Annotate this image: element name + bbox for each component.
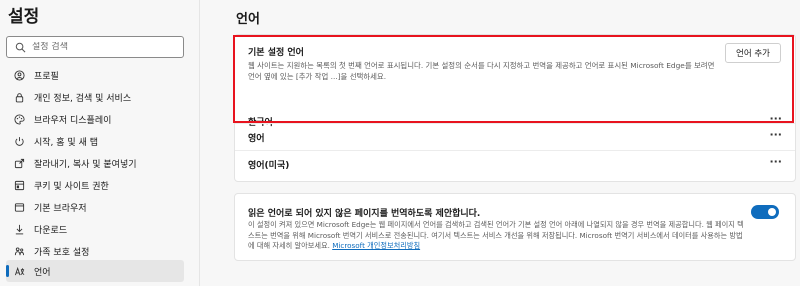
- translate-description: 이 설정이 켜져 있으면 Microsoft Edge는 웹 페이지에서 언어를…: [248, 220, 748, 252]
- download-icon: [12, 222, 26, 236]
- sidebar-item-label: 언어: [34, 267, 51, 278]
- translate-card: 읽은 언어로 되어 있지 않은 페이지를 번역하도록 제안합니다. 이 설정이 …: [234, 193, 796, 261]
- language-row-english: 영어 ···: [235, 124, 795, 150]
- sidebar-item-label: 다운로드: [34, 225, 68, 236]
- sidebar: 설정 프로필 개인 정보, 검색 및 서비스 브라우저 디스플레이 시작, 홈 …: [0, 0, 200, 286]
- power-icon: [12, 134, 26, 148]
- sidebar-item-label: 기본 브라우저: [34, 203, 87, 214]
- sidebar-item-share-copy-paste[interactable]: 잘라내기, 복사 및 붙여넣기: [6, 152, 184, 174]
- sidebar-item-cookies[interactable]: 쿠키 및 사이트 권한: [6, 174, 184, 196]
- sidebar-item-languages[interactable]: 언어: [6, 260, 184, 282]
- palette-icon: [12, 112, 26, 126]
- person-icon: [12, 68, 26, 82]
- sidebar-item-label: 쿠키 및 사이트 권한: [34, 181, 109, 192]
- search-box[interactable]: [6, 36, 184, 58]
- language-label: 영어(미국): [248, 160, 290, 171]
- privacy-link[interactable]: Microsoft 개인정보처리방침: [332, 241, 420, 250]
- sidebar-item-label: 프로필: [34, 71, 59, 82]
- sidebar-item-label: 가족 보호 설정: [34, 247, 90, 258]
- sidebar-item-label: 브라우저 디스플레이: [34, 115, 112, 126]
- toggle-knob: [768, 208, 776, 216]
- sidebar-item-family-safety[interactable]: 가족 보호 설정: [6, 240, 184, 262]
- sidebar-item-profile[interactable]: 프로필: [6, 64, 184, 86]
- cookie-icon: [12, 178, 26, 192]
- language-row-english-us: 영어(미국) ···: [235, 151, 795, 177]
- search-input[interactable]: [32, 42, 182, 52]
- share-icon: [12, 156, 26, 170]
- sidebar-item-label: 잘라내기, 복사 및 붙여넣기: [34, 159, 137, 170]
- translate-toggle[interactable]: [751, 205, 779, 219]
- settings-title: 설정: [8, 7, 40, 27]
- main-content: 언어 기본 설정 언어 웹 사이트는 지원하는 목록의 첫 번째 언어로 표시됩…: [201, 0, 800, 286]
- search-icon: [15, 42, 26, 52]
- language-icon: [12, 264, 26, 278]
- sidebar-item-downloads[interactable]: 다운로드: [6, 218, 184, 240]
- translate-description-text: 이 설정이 켜져 있으면 Microsoft Edge는 웹 페이지에서 언어를…: [248, 220, 744, 250]
- sidebar-item-appearance[interactable]: 브라우저 디스플레이: [6, 108, 184, 130]
- highlight-frame: [233, 35, 794, 123]
- more-actions-icon[interactable]: ···: [769, 155, 782, 168]
- sidebar-item-start-home[interactable]: 시작, 홈 및 새 탭: [6, 130, 184, 152]
- sidebar-item-label: 개인 정보, 검색 및 서비스: [34, 93, 132, 104]
- browser-icon: [12, 200, 26, 214]
- sidebar-item-default-browser[interactable]: 기본 브라우저: [6, 196, 184, 218]
- more-actions-icon[interactable]: ···: [769, 128, 782, 141]
- translate-title: 읽은 언어로 되어 있지 않은 페이지를 번역하도록 제안합니다.: [248, 209, 481, 219]
- sidebar-item-label: 시작, 홈 및 새 탭: [34, 137, 98, 148]
- language-label: 영어: [248, 133, 265, 144]
- family-icon: [12, 244, 26, 258]
- lock-icon: [12, 90, 26, 104]
- page-title: 언어: [236, 12, 260, 27]
- sidebar-item-privacy[interactable]: 개인 정보, 검색 및 서비스: [6, 86, 184, 108]
